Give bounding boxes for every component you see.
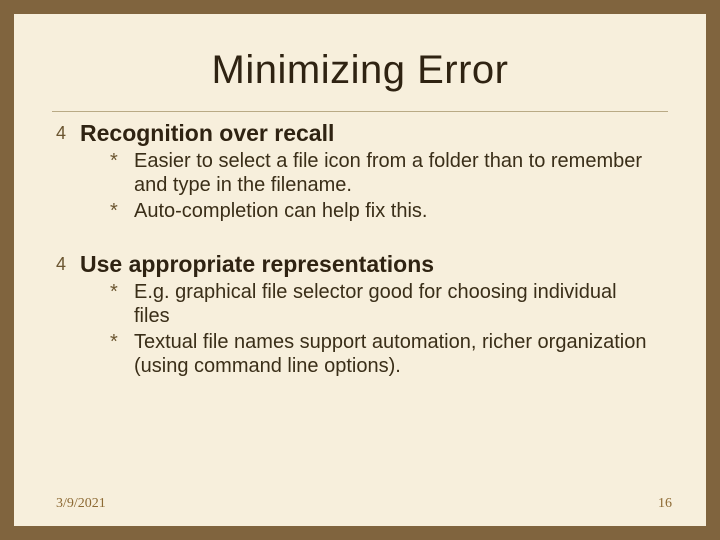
section-items: * E.g. graphical file selector good for …	[110, 280, 654, 378]
list-item: * Auto-completion can help fix this.	[110, 199, 654, 223]
footer-page-number: 16	[658, 496, 672, 512]
bullet-4-icon: 4	[56, 254, 66, 275]
slide-content: 4 Recognition over recall * Easier to se…	[56, 120, 654, 378]
asterisk-icon: *	[110, 199, 118, 223]
asterisk-icon: *	[110, 149, 118, 173]
section-heading-text: Recognition over recall	[80, 120, 334, 146]
list-item-text: Textual file names support automation, r…	[134, 331, 647, 377]
section-heading-text: Use appropriate representations	[80, 251, 434, 277]
bullet-4-icon: 4	[56, 123, 66, 144]
list-item: * E.g. graphical file selector good for …	[110, 280, 654, 328]
list-item: * Easier to select a file icon from a fo…	[110, 149, 654, 197]
asterisk-icon: *	[110, 280, 118, 304]
list-item: * Textual file names support automation,…	[110, 330, 654, 378]
list-item-text: Auto-completion can help fix this.	[134, 200, 428, 222]
asterisk-icon: *	[110, 330, 118, 354]
section-heading: 4 Recognition over recall	[56, 120, 654, 147]
slide-footer: 3/9/2021 16	[14, 496, 706, 512]
slide-title: Minimizing Error	[14, 48, 706, 93]
section-items: * Easier to select a file icon from a fo…	[110, 149, 654, 223]
title-divider	[52, 111, 668, 112]
title-wrap: Minimizing Error	[14, 48, 706, 93]
section-heading: 4 Use appropriate representations	[56, 251, 654, 278]
list-item-text: E.g. graphical file selector good for ch…	[134, 281, 617, 327]
slide: Minimizing Error 4 Recognition over reca…	[14, 14, 706, 526]
list-item-text: Easier to select a file icon from a fold…	[134, 150, 642, 196]
footer-date: 3/9/2021	[56, 496, 106, 512]
